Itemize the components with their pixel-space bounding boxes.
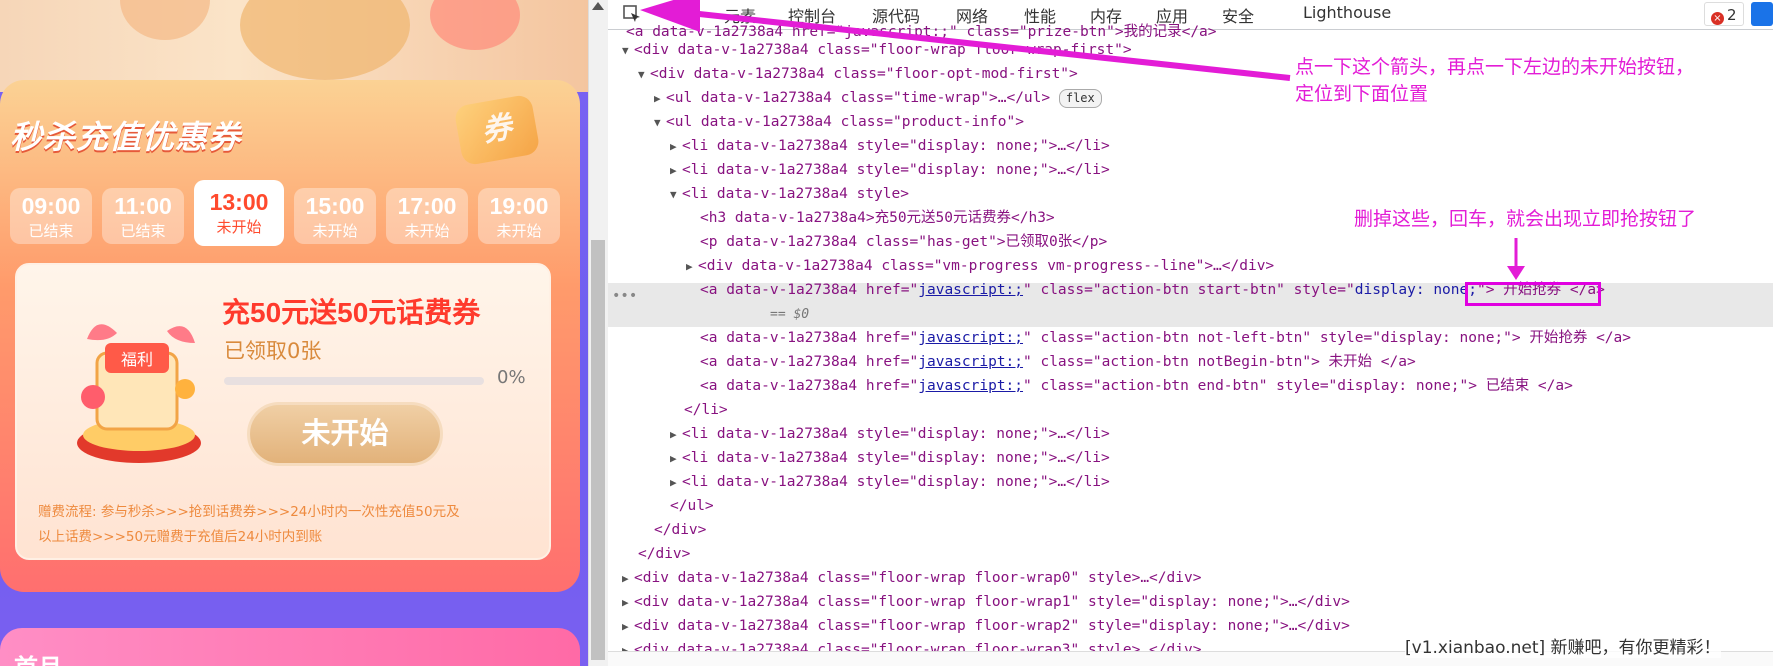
rules-text: 赠费流程: 参与秒杀>>>抢到话费券>>>24小时内一次性充值50元及 以上话费… bbox=[38, 500, 528, 550]
tab-time: 15:00 bbox=[305, 193, 365, 219]
note-line: 点一下这个箭头，再点一下左边的未开始按钮， bbox=[1295, 56, 1695, 78]
dom-node[interactable]: </ul> bbox=[670, 494, 714, 518]
dom-node[interactable]: </li> bbox=[684, 398, 728, 422]
not-begin-button[interactable]: 未开始 bbox=[247, 402, 443, 466]
mobile-page: 秒杀充值优惠券 券 09:00 已结束 11:00 已结束 13:00 未开始 … bbox=[0, 0, 588, 666]
time-tab-1700[interactable]: 17:00 未开始 bbox=[386, 188, 468, 244]
hero-banner bbox=[0, 0, 588, 92]
dom-node[interactable]: </div> bbox=[654, 518, 706, 542]
messages-icon[interactable] bbox=[1751, 2, 1773, 26]
highlight-box bbox=[1465, 282, 1601, 306]
tab-status: 未开始 bbox=[496, 222, 542, 240]
dom-node[interactable]: </div> bbox=[638, 542, 690, 566]
dom-node[interactable]: ▶ <li data-v-1a2738a4 style="display: non… bbox=[670, 158, 1110, 182]
dom-node[interactable]: ▼ <div data-v-1a2738a4 class="floor-wrap … bbox=[622, 38, 1132, 62]
tab-lighthouse[interactable]: Lighthouse bbox=[1303, 3, 1391, 22]
tab-status: 未开始 bbox=[216, 218, 262, 236]
rules-line: 以上话费>>>50元赠费于充值后24小时内到账 bbox=[38, 529, 323, 545]
claim-progress-percent: 0% bbox=[497, 367, 526, 388]
dom-node[interactable]: <a data-v-1a2738a4 href="javascript:;" c… bbox=[700, 326, 1631, 350]
tab-status: 已结束 bbox=[120, 222, 166, 240]
time-tab-1500[interactable]: 15:00 未开始 bbox=[294, 188, 376, 244]
tab-security[interactable]: 安全 bbox=[1222, 3, 1254, 27]
hero-shape bbox=[430, 0, 520, 50]
dom-node[interactable]: ▶ <li data-v-1a2738a4 style="display: non… bbox=[670, 470, 1110, 494]
gift-label: 福利 bbox=[121, 350, 153, 369]
dom-node[interactable]: ▶<div data-v-1a2738a4 class="floor-wrap … bbox=[622, 566, 1201, 590]
next-section-card bbox=[0, 628, 580, 666]
time-tab-1300[interactable]: 13:00 未开始 bbox=[194, 180, 284, 246]
screenshot-root: 秒杀充值优惠券 券 09:00 已结束 11:00 已结束 13:00 未开始 … bbox=[0, 0, 1773, 666]
tab-status: 未开始 bbox=[312, 222, 358, 240]
tab-time: 13:00 bbox=[209, 189, 269, 215]
rules-line: 赠费流程: 参与秒杀>>>抢到话费券>>>24小时内一次性充值50元及 bbox=[38, 504, 460, 520]
dom-node[interactable]: ▶ <li data-v-1a2738a4 style="display: non… bbox=[670, 422, 1110, 446]
gift-box-icon: 福利 bbox=[77, 324, 201, 463]
tab-time: 11:00 bbox=[114, 193, 172, 219]
error-count-badge[interactable]: × 2 bbox=[1704, 2, 1744, 26]
dom-node[interactable]: <h3 data-v-1a2738a4>充50元送50元话费券</h3> bbox=[700, 206, 1055, 230]
dom-node[interactable]: ▼ <ul data-v-1a2738a4 class="product-info… bbox=[654, 110, 1024, 134]
tab-time: 09:00 bbox=[21, 193, 81, 219]
dom-node[interactable]: ▶<div data-v-1a2738a4 class="floor-wrap … bbox=[622, 614, 1350, 638]
dom-node[interactable]: ▶ <ul data-v-1a2738a4 class="time-wrap">…… bbox=[654, 86, 1102, 110]
error-count: 2 bbox=[1727, 6, 1737, 24]
claimed-count: 已领取0张 bbox=[224, 339, 322, 363]
elements-tree: ••• <a data-v-1a2738a4 href="javascript:… bbox=[608, 24, 1773, 666]
dom-node[interactable]: ▶ <li data-v-1a2738a4 style="display: non… bbox=[670, 134, 1110, 158]
dom-node[interactable]: ▶<div data-v-1a2738a4 class="floor-wrap … bbox=[622, 590, 1350, 614]
annotation-note-1: 点一下这个箭头，再点一下左边的未开始按钮， 定位到下面位置 bbox=[1295, 54, 1694, 108]
note-line: 定位到下面位置 bbox=[1295, 83, 1429, 105]
annotation-note-2: 删掉这些，回车，就会出现立即抢按钮了 bbox=[1354, 208, 1697, 230]
next-section-title: 首月 bbox=[14, 648, 62, 666]
claim-progress-bar bbox=[224, 377, 484, 385]
time-tab-1100[interactable]: 11:00 已结束 bbox=[102, 188, 184, 244]
style-display-none: display: none; bbox=[1354, 282, 1477, 298]
flex-badge: flex bbox=[1058, 89, 1102, 108]
dom-node[interactable]: ▶ <div data-v-1a2738a4 class="vm-progress… bbox=[686, 254, 1274, 278]
scroll-up-arrow-icon[interactable] bbox=[592, 2, 604, 10]
dom-node[interactable]: <a data-v-1a2738a4 href="javascript:;" c… bbox=[700, 350, 1416, 374]
dom-node[interactable]: <a data-v-1a2738a4 href="javascript:;" c… bbox=[700, 374, 1573, 398]
dom-node[interactable]: ▶ <li data-v-1a2738a4 style="display: non… bbox=[670, 446, 1110, 470]
seckill-section-title: 秒杀充值优惠券 bbox=[10, 119, 242, 155]
time-tab-0900[interactable]: 09:00 已结束 bbox=[10, 188, 92, 244]
tab-time: 17:00 bbox=[397, 193, 457, 219]
hero-hand bbox=[240, 0, 410, 80]
dom-node[interactable]: ▼ <li data-v-1a2738a4 style> bbox=[670, 182, 909, 206]
watermark-credit: [v1.xianbao.net] 新赚吧，有你更精彩！ bbox=[1405, 633, 1721, 658]
product-title: 充50元送50元话费券 bbox=[222, 297, 481, 328]
error-icon: × bbox=[1711, 12, 1724, 25]
console-ref: == $0 bbox=[770, 307, 810, 322]
hero-shape bbox=[120, 0, 210, 40]
tab-status: 未开始 bbox=[404, 222, 450, 240]
scrollbar-thumb[interactable] bbox=[591, 240, 605, 660]
dom-node[interactable]: <p data-v-1a2738a4 class="has-get">已领取0张… bbox=[700, 230, 1107, 254]
dom-node[interactable]: ▼ <div data-v-1a2738a4 class="floor-opt-m… bbox=[638, 62, 1078, 86]
tab-status: 已结束 bbox=[28, 222, 74, 240]
time-tab-1900[interactable]: 19:00 未开始 bbox=[478, 188, 560, 244]
node-menu-dots[interactable]: ••• bbox=[612, 288, 637, 304]
tab-time: 19:00 bbox=[489, 193, 549, 219]
